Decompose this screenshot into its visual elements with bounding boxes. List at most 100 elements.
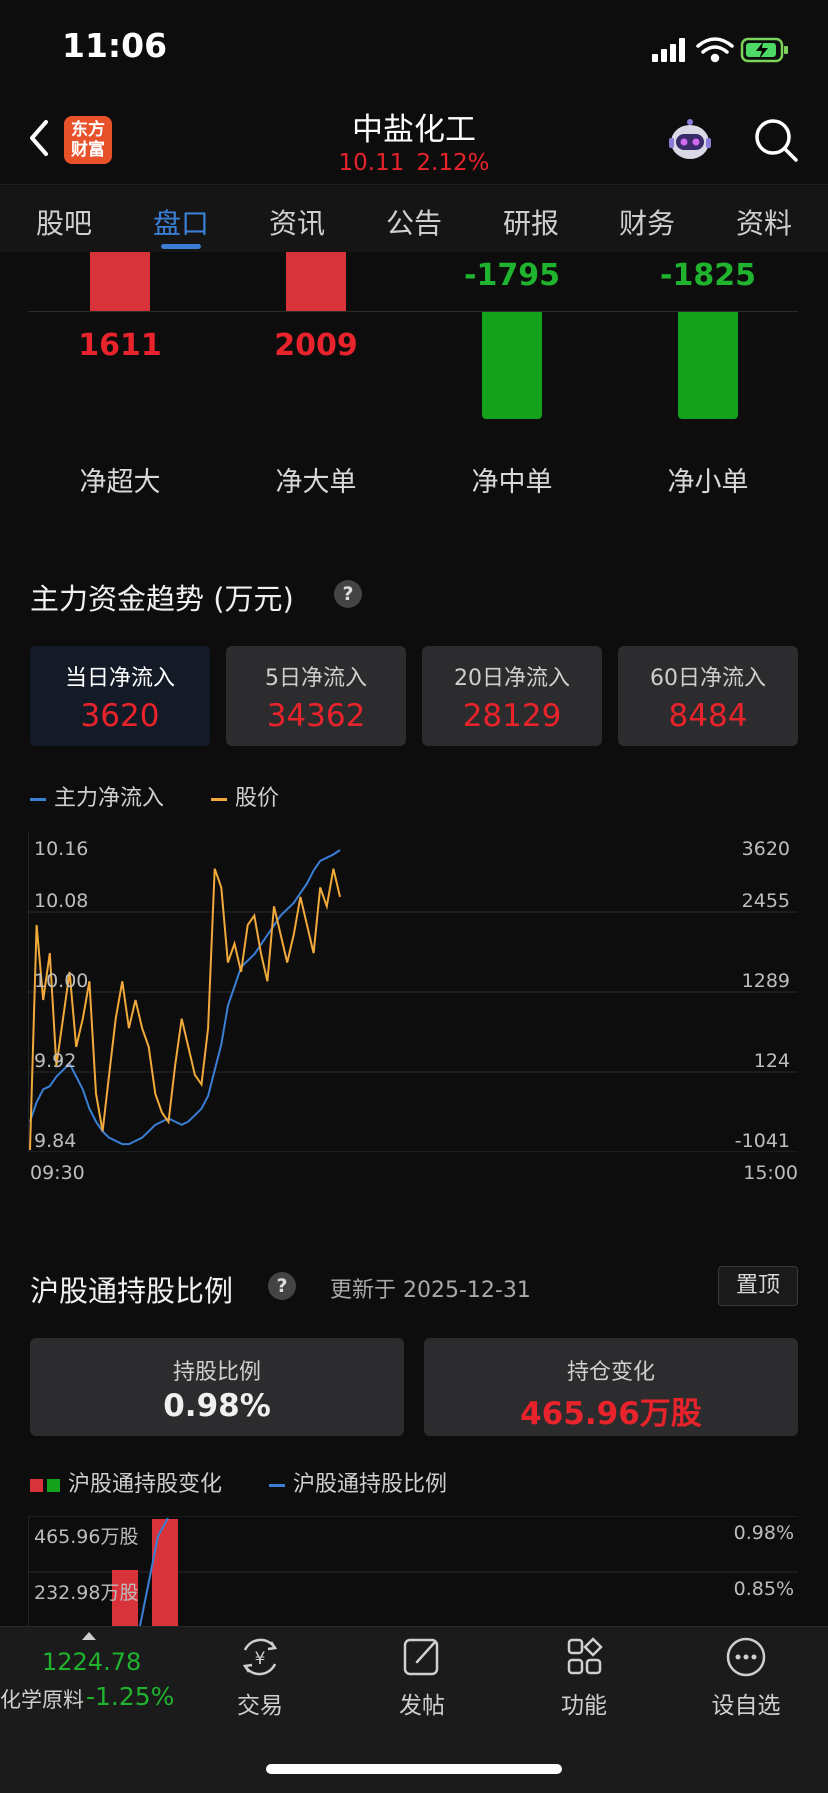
hk-y-right-tick-0: 0.98% <box>733 1522 794 1544</box>
y-left-tick-1: 10.08 <box>34 890 89 912</box>
card-today-value: 3620 <box>80 698 160 734</box>
flow-value-medium: -1795 <box>464 258 560 293</box>
hk-legend: 沪股通持股变化 沪股通持股比例 <box>30 1466 447 1498</box>
legend-flow: 主力净流入 <box>30 786 164 811</box>
y-right-tick-1: 2455 <box>741 890 790 912</box>
pin-to-top-button[interactable]: 置顶 <box>718 1266 798 1306</box>
hk-help-icon[interactable]: ? <box>268 1272 296 1300</box>
caret-up-icon[interactable] <box>82 1632 96 1640</box>
signal-icon <box>652 38 685 62</box>
tab-guba[interactable]: 股吧 <box>14 202 114 242</box>
index-change[interactable]: -1.25% <box>86 1682 174 1711</box>
legend-price: 股价 <box>211 786 279 811</box>
x-tick-end: 15:00 <box>743 1162 798 1184</box>
card-60d-inflow[interactable]: 60日净流入 8484 <box>618 646 798 746</box>
trend-help-icon[interactable]: ? <box>334 580 362 608</box>
nav-post[interactable]: 发帖 <box>367 1636 477 1720</box>
nav-add-watchlist-label: 设自选 <box>711 1693 781 1719</box>
home-indicator <box>266 1764 562 1774</box>
flow-label-super-large: 净超大 <box>79 467 161 498</box>
flow-bar-small <box>678 312 738 419</box>
hk-legend-change-label: 沪股通持股变化 <box>68 1472 223 1497</box>
edit-post-icon <box>403 1638 439 1676</box>
hk-bar-2 <box>152 1519 178 1626</box>
hk-section-title: 沪股通持股比例 <box>30 1274 234 1308</box>
wifi-icon <box>696 37 734 63</box>
index-value[interactable]: 1224.78 <box>42 1648 141 1676</box>
nav-post-label: 发帖 <box>399 1693 445 1719</box>
stock-price: 10.11 <box>338 150 405 176</box>
card-5d-label: 5日净流入 <box>265 666 367 691</box>
trend-legend: 主力净流入 股价 <box>30 780 279 812</box>
card-5d-value: 34362 <box>266 698 366 734</box>
y-right-tick-3: 124 <box>753 1050 790 1072</box>
tab-bar: 股吧 盘口 资讯 公告 研报 财务 资料 <box>0 186 828 252</box>
battery-icon <box>740 37 788 63</box>
logo-text-line1: 东方 <box>71 120 105 140</box>
tab-profile[interactable]: 资料 <box>714 202 814 242</box>
logo-text-line2: 财富 <box>71 140 105 160</box>
y-right-tick-4: -1041 <box>734 1130 790 1152</box>
search-icon[interactable] <box>752 116 800 164</box>
flow-label-medium: 净中单 <box>471 467 553 498</box>
flow-bar-medium <box>482 312 542 419</box>
trend-chart <box>28 832 798 1152</box>
nav-trade-label: 交易 <box>237 1693 283 1719</box>
hk-legend-change: 沪股通持股变化 <box>30 1472 222 1497</box>
hk-y-left-tick-1: 232.98万股 <box>34 1582 139 1604</box>
card-60d-value: 8484 <box>668 698 748 734</box>
flow-label-small: 净小单 <box>667 467 749 498</box>
hk-legend-ratio-label: 沪股通持股比例 <box>293 1472 448 1497</box>
hk-update-date: 更新于 2025-12-31 <box>330 1278 531 1303</box>
nav-add-watchlist[interactable]: 设自选 <box>691 1636 801 1720</box>
y-left-tick-0: 10.16 <box>34 838 89 860</box>
tab-finance[interactable]: 财务 <box>597 202 697 242</box>
more-circle-icon <box>726 1637 766 1677</box>
tab-research[interactable]: 研报 <box>481 202 581 242</box>
nav-trade[interactable]: ¥ 交易 <box>205 1636 315 1720</box>
y-right-tick-2: 1289 <box>741 970 790 992</box>
card-20d-value: 28129 <box>462 698 562 734</box>
app-logo: 东方 财富 <box>64 116 112 164</box>
x-tick-start: 09:30 <box>30 1162 85 1184</box>
tab-pankou[interactable]: 盘口 <box>131 202 231 242</box>
stock-quote: 10.11 2.12% <box>264 150 564 176</box>
flow-label-large: 净大单 <box>275 467 357 498</box>
back-arrow-icon[interactable] <box>24 118 54 158</box>
robot-assistant-icon[interactable] <box>666 116 714 164</box>
card-20d-label: 20日净流入 <box>454 666 570 691</box>
hk-position-change-value: 465.96万股 <box>520 1396 702 1432</box>
index-name[interactable]: 化学原料 <box>0 1684 84 1714</box>
hk-y-left-tick-0: 465.96万股 <box>34 1526 139 1548</box>
card-today-label: 当日净流入 <box>64 666 175 691</box>
stock-change-pct: 2.12% <box>416 150 490 176</box>
hk-holding-ratio-card: 持股比例 0.98% <box>30 1338 404 1436</box>
card-today-inflow[interactable]: 当日净流入 3620 <box>30 646 210 746</box>
y-left-tick-2: 10.00 <box>34 970 89 992</box>
y-left-tick-4: 9.84 <box>34 1130 77 1152</box>
active-tab-indicator <box>161 244 201 249</box>
apps-grid-icon <box>567 1637 603 1675</box>
header-divider <box>0 184 828 185</box>
y-left-tick-3: 9.92 <box>34 1050 77 1072</box>
hk-chart <box>28 1516 798 1626</box>
hk-holding-ratio-value: 0.98% <box>163 1388 271 1424</box>
flow-bar-super-large <box>90 252 150 311</box>
flow-value-super-large: 1611 <box>78 328 162 363</box>
y-right-tick-0: 3620 <box>741 838 790 860</box>
hk-y-right-tick-1: 0.85% <box>733 1578 794 1600</box>
nav-functions-label: 功能 <box>561 1693 607 1719</box>
status-time: 11:06 <box>62 26 168 65</box>
exchange-yuan-icon: ¥ <box>242 1638 278 1676</box>
trend-section-title: 主力资金趋势 (万元) <box>30 582 294 616</box>
status-icons <box>652 37 788 63</box>
flow-value-large: 2009 <box>274 328 358 363</box>
nav-functions[interactable]: 功能 <box>529 1636 639 1720</box>
tab-news[interactable]: 资讯 <box>247 202 347 242</box>
card-60d-label: 60日净流入 <box>650 666 766 691</box>
card-5d-inflow[interactable]: 5日净流入 34362 <box>226 646 406 746</box>
card-20d-inflow[interactable]: 20日净流入 28129 <box>422 646 602 746</box>
hk-holding-ratio-label: 持股比例 <box>172 1360 261 1385</box>
tab-announcements[interactable]: 公告 <box>364 202 464 242</box>
legend-price-label: 股价 <box>235 786 280 811</box>
